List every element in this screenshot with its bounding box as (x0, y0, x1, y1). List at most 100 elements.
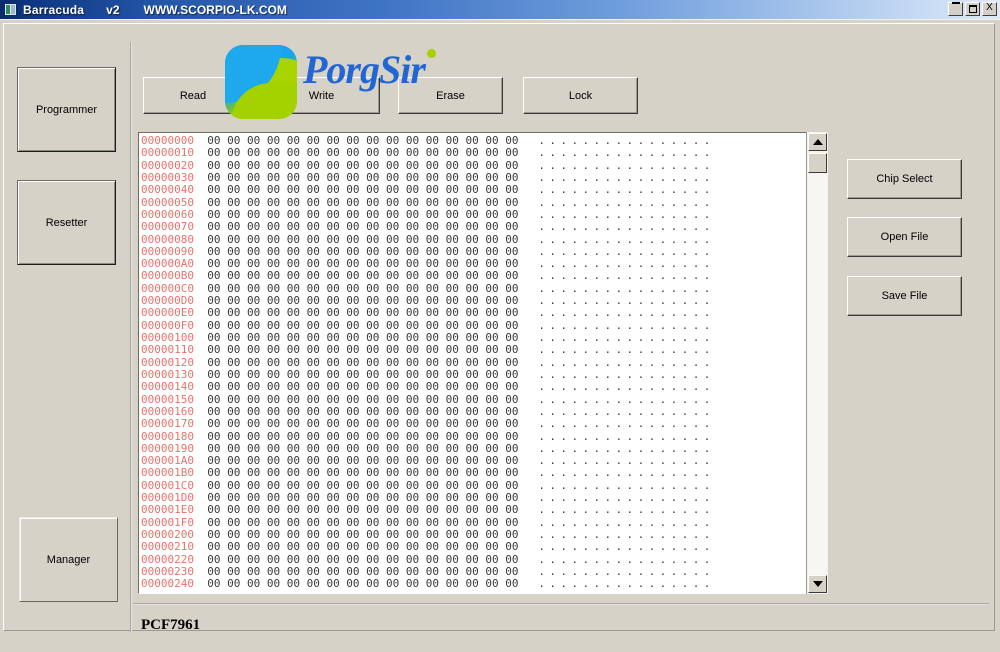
hex-ascii: ................ (538, 503, 715, 517)
hex-offset: 000000B0 (141, 269, 194, 283)
hex-ascii: ................ (538, 170, 715, 184)
write-button[interactable]: Write (263, 77, 380, 114)
hex-vertical-scrollbar[interactable] (806, 132, 828, 594)
sidebar-item-manager[interactable]: Manager (19, 517, 118, 602)
read-button-label: Read (179, 89, 207, 102)
maximize-button[interactable] (965, 2, 980, 16)
hex-offset: 000001A0 (141, 454, 194, 468)
hex-ascii: ................ (538, 515, 715, 529)
hex-ascii: ................ (538, 528, 715, 541)
hex-offset: 000000D0 (141, 294, 194, 308)
hex-bytes: 00 00 00 00 00 00 00 00 00 00 00 00 00 0… (207, 466, 519, 480)
hex-offset: 00000120 (141, 355, 194, 369)
file-actions-panel: Chip Select Open File Save File (839, 127, 989, 327)
hex-ascii: ................ (538, 318, 715, 332)
hex-offset: 00000210 (141, 540, 194, 554)
hex-bytes: 00 00 00 00 00 00 00 00 00 00 00 00 00 0… (207, 244, 519, 258)
hex-bytes: 00 00 00 00 00 00 00 00 00 00 00 00 00 0… (207, 417, 519, 431)
hex-bytes: 00 00 00 00 00 00 00 00 00 00 00 00 00 0… (207, 380, 519, 394)
window-title: Barracuda (23, 2, 85, 17)
hex-bytes: 00 00 00 00 00 00 00 00 00 00 00 00 00 0… (207, 146, 519, 160)
hex-bytes: 00 00 00 00 00 00 00 00 00 00 00 00 00 0… (207, 540, 519, 554)
hex-ascii: ................ (538, 367, 715, 381)
hex-bytes: 00 00 00 00 00 00 00 00 00 00 00 00 00 0… (207, 515, 519, 529)
hex-offset: 00000240 (141, 577, 194, 591)
hex-ascii: ................ (538, 306, 715, 320)
hex-bytes: 00 00 00 00 00 00 00 00 00 00 00 00 00 0… (207, 454, 519, 468)
hex-ascii: ................ (538, 392, 715, 406)
hex-ascii: ................ (538, 441, 715, 455)
save-file-button[interactable]: Save File (847, 276, 962, 316)
chip-select-button[interactable]: Chip Select (847, 159, 962, 199)
hex-dump-view[interactable]: 00000000 00 00 00 00 00 00 00 00 00 00 0… (138, 132, 828, 594)
hex-ascii: ................ (538, 577, 715, 591)
lock-button[interactable]: Lock (523, 77, 638, 114)
status-bar: PCF7961 (133, 605, 989, 652)
sidebar: Programmer Resetter Manager (5, 42, 130, 634)
read-button[interactable]: Read (143, 77, 243, 114)
hex-ascii: ................ (538, 331, 715, 344)
erase-button[interactable]: Erase (398, 77, 503, 114)
chip-name-label: PCF7961 (141, 617, 201, 633)
scroll-down-arrow-icon[interactable] (808, 575, 827, 593)
hex-bytes: 00 00 00 00 00 00 00 00 00 00 00 00 00 0… (207, 318, 519, 332)
hex-offset: 000000C0 (141, 281, 194, 295)
hex-offset: 00000000 (141, 134, 194, 147)
hex-bytes: 00 00 00 00 00 00 00 00 00 00 00 00 00 0… (207, 183, 519, 197)
hex-ascii: ................ (538, 491, 715, 505)
close-button[interactable]: X (982, 2, 997, 16)
application-window: Barracuda v2 WWW.SCORPIO-LK.COM X Progra… (0, 0, 1000, 636)
hex-ascii: ................ (538, 552, 715, 566)
hex-offset: 00000190 (141, 441, 194, 455)
scrollbar-track[interactable] (808, 174, 827, 574)
erase-button-label: Erase (436, 89, 465, 102)
hex-offset: 00000070 (141, 220, 194, 234)
scrollbar-thumb[interactable] (808, 153, 827, 173)
hex-bytes: 00 00 00 00 00 00 00 00 00 00 00 00 00 0… (207, 392, 519, 406)
hex-bytes: 00 00 00 00 00 00 00 00 00 00 00 00 00 0… (207, 195, 519, 209)
hex-ascii: ................ (538, 220, 715, 234)
hex-offset: 000000E0 (141, 306, 194, 320)
hex-offset: 00000040 (141, 183, 194, 197)
hex-ascii: ................ (538, 564, 715, 578)
hex-bytes: 00 00 00 00 00 00 00 00 00 00 00 00 00 0… (207, 355, 519, 369)
hex-bytes: 00 00 00 00 00 00 00 00 00 00 00 00 00 0… (207, 491, 519, 505)
hex-bytes: 00 00 00 00 00 00 00 00 00 00 00 00 00 0… (207, 170, 519, 184)
hex-ascii: ................ (538, 146, 715, 160)
sidebar-item-resetter[interactable]: Resetter (17, 180, 116, 265)
hex-ascii: ................ (538, 429, 715, 443)
sidebar-item-programmer[interactable]: Programmer (17, 67, 116, 152)
hex-offset: 000001E0 (141, 503, 194, 517)
hex-bytes: 00 00 00 00 00 00 00 00 00 00 00 00 00 0… (207, 306, 519, 320)
hex-offset: 00000010 (141, 146, 194, 160)
hex-ascii: ................ (538, 540, 715, 554)
hex-offset: 00000220 (141, 552, 194, 566)
hex-ascii: ................ (538, 294, 715, 308)
hex-bytes: 00 00 00 00 00 00 00 00 00 00 00 00 00 0… (207, 158, 519, 172)
hex-offset: 000001C0 (141, 478, 194, 492)
hex-bytes: 00 00 00 00 00 00 00 00 00 00 00 00 00 0… (207, 281, 519, 295)
hex-offset: 00000130 (141, 367, 194, 381)
hex-offset: 00000140 (141, 380, 194, 394)
hex-offset: 00000180 (141, 429, 194, 443)
hex-bytes: 00 00 00 00 00 00 00 00 00 00 00 00 00 0… (207, 429, 519, 443)
hex-bytes: 00 00 00 00 00 00 00 00 00 00 00 00 00 0… (207, 478, 519, 492)
lock-button-label: Lock (568, 89, 593, 102)
hex-offset: 000000A0 (141, 257, 194, 271)
hex-bytes: 00 00 00 00 00 00 00 00 00 00 00 00 00 0… (207, 441, 519, 455)
sidebar-item-label: Resetter (45, 216, 88, 229)
hex-offset: 00000150 (141, 392, 194, 406)
hex-offset: 000001D0 (141, 491, 194, 505)
hex-bytes: 00 00 00 00 00 00 00 00 00 00 00 00 00 0… (207, 367, 519, 381)
app-icon (4, 3, 17, 16)
hex-ascii: ................ (538, 478, 715, 492)
minimize-button[interactable] (948, 2, 963, 16)
hex-bytes: 00 00 00 00 00 00 00 00 00 00 00 00 00 0… (207, 577, 519, 591)
save-file-label: Save File (881, 290, 928, 302)
window-version: v2 (106, 2, 120, 17)
hex-ascii: ................ (538, 183, 715, 197)
open-file-button[interactable]: Open File (847, 217, 962, 257)
scroll-up-arrow-icon[interactable] (808, 133, 827, 151)
hex-bytes: 00 00 00 00 00 00 00 00 00 00 00 00 00 0… (207, 220, 519, 234)
hex-ascii: ................ (538, 466, 715, 480)
